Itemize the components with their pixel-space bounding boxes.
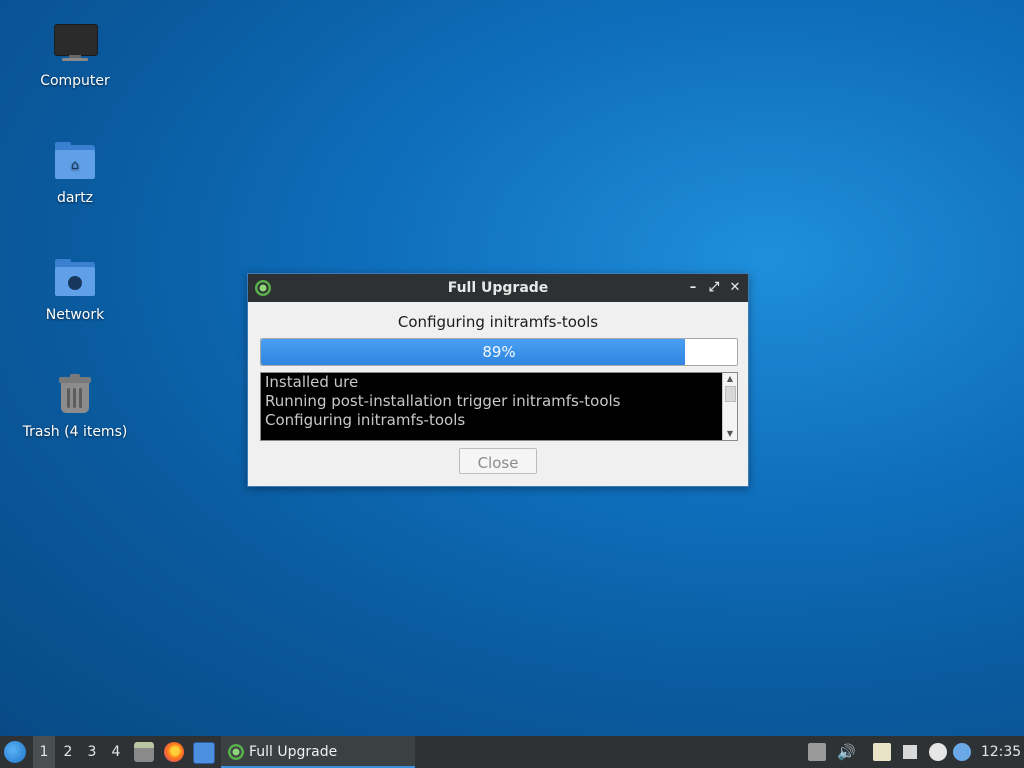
workspace-4[interactable]: 4: [105, 736, 127, 768]
desktop-icon-network[interactable]: Network: [10, 254, 140, 324]
status-text: Configuring initramfs-tools: [397, 313, 599, 331]
taskbar: 1 2 3 4 Full Upgrade 🔊 12:35: [0, 736, 1024, 768]
desktop-icon-label: Network: [45, 307, 105, 323]
desktop-icon-home[interactable]: ⌂ dartz: [10, 137, 140, 207]
removable-media-icon[interactable]: [808, 743, 826, 761]
log-scrollbar[interactable]: ▲ ▼: [722, 373, 737, 440]
desktop-icon[interactable]: [193, 742, 215, 764]
desktop-icon-computer[interactable]: Computer: [10, 20, 140, 90]
full-upgrade-dialog: Full Upgrade – ⤢ ✕ Configuring initramfs…: [247, 273, 749, 487]
desktop: Computer ⌂ dartz Network Trash (4 items): [0, 0, 1024, 736]
dialog-titlebar[interactable]: Full Upgrade – ⤢ ✕: [248, 274, 748, 302]
workspace-1[interactable]: 1: [33, 736, 55, 768]
maximize-button[interactable]: ⤢: [706, 280, 722, 296]
task-label: Full Upgrade: [249, 744, 338, 760]
trash-icon: [51, 371, 99, 419]
clipboard-icon[interactable]: [873, 743, 891, 761]
notification-icon[interactable]: [953, 743, 971, 761]
desktop-icon-label: Computer: [40, 73, 110, 89]
volume-icon[interactable]: 🔊: [837, 743, 856, 761]
desktop-icon-label: dartz: [56, 190, 94, 206]
workspace-2[interactable]: 2: [57, 736, 79, 768]
desktop-icon-trash[interactable]: Trash (4 items): [10, 371, 140, 441]
log-text: Installed ure Running post-installation …: [265, 373, 720, 430]
minimize-button[interactable]: –: [685, 280, 701, 296]
close-button[interactable]: Close: [459, 448, 537, 474]
log-line: Running post-installation trigger initra…: [265, 392, 621, 410]
gear-icon: [228, 744, 244, 760]
scroll-up-icon[interactable]: ▲: [723, 373, 737, 385]
clock[interactable]: 12:35: [978, 736, 1024, 768]
scroll-down-icon[interactable]: ▼: [723, 428, 737, 440]
scrollbar-thumb[interactable]: [725, 386, 736, 402]
progress-bar: 89%: [260, 338, 738, 366]
log-output[interactable]: Installed ure Running post-installation …: [260, 372, 738, 441]
dialog-title: Full Upgrade: [447, 280, 549, 296]
network-icon[interactable]: [901, 743, 919, 761]
file-manager-icon[interactable]: [134, 742, 154, 762]
start-menu-button[interactable]: [4, 741, 26, 763]
network-folder-icon: [51, 254, 99, 302]
log-line: Configuring initramfs-tools: [265, 411, 466, 429]
firefox-icon[interactable]: [164, 742, 184, 762]
taskbar-task-full-upgrade[interactable]: Full Upgrade: [221, 736, 415, 768]
home-folder-icon: ⌂: [51, 137, 99, 185]
desktop-icon-label: Trash (4 items): [22, 424, 128, 440]
close-window-button[interactable]: ✕: [727, 280, 743, 296]
update-icon[interactable]: [929, 743, 947, 761]
computer-icon: [51, 20, 99, 68]
workspace-3[interactable]: 3: [81, 736, 103, 768]
log-line: Installed ure: [265, 373, 359, 391]
progress-label: 89%: [482, 343, 516, 361]
